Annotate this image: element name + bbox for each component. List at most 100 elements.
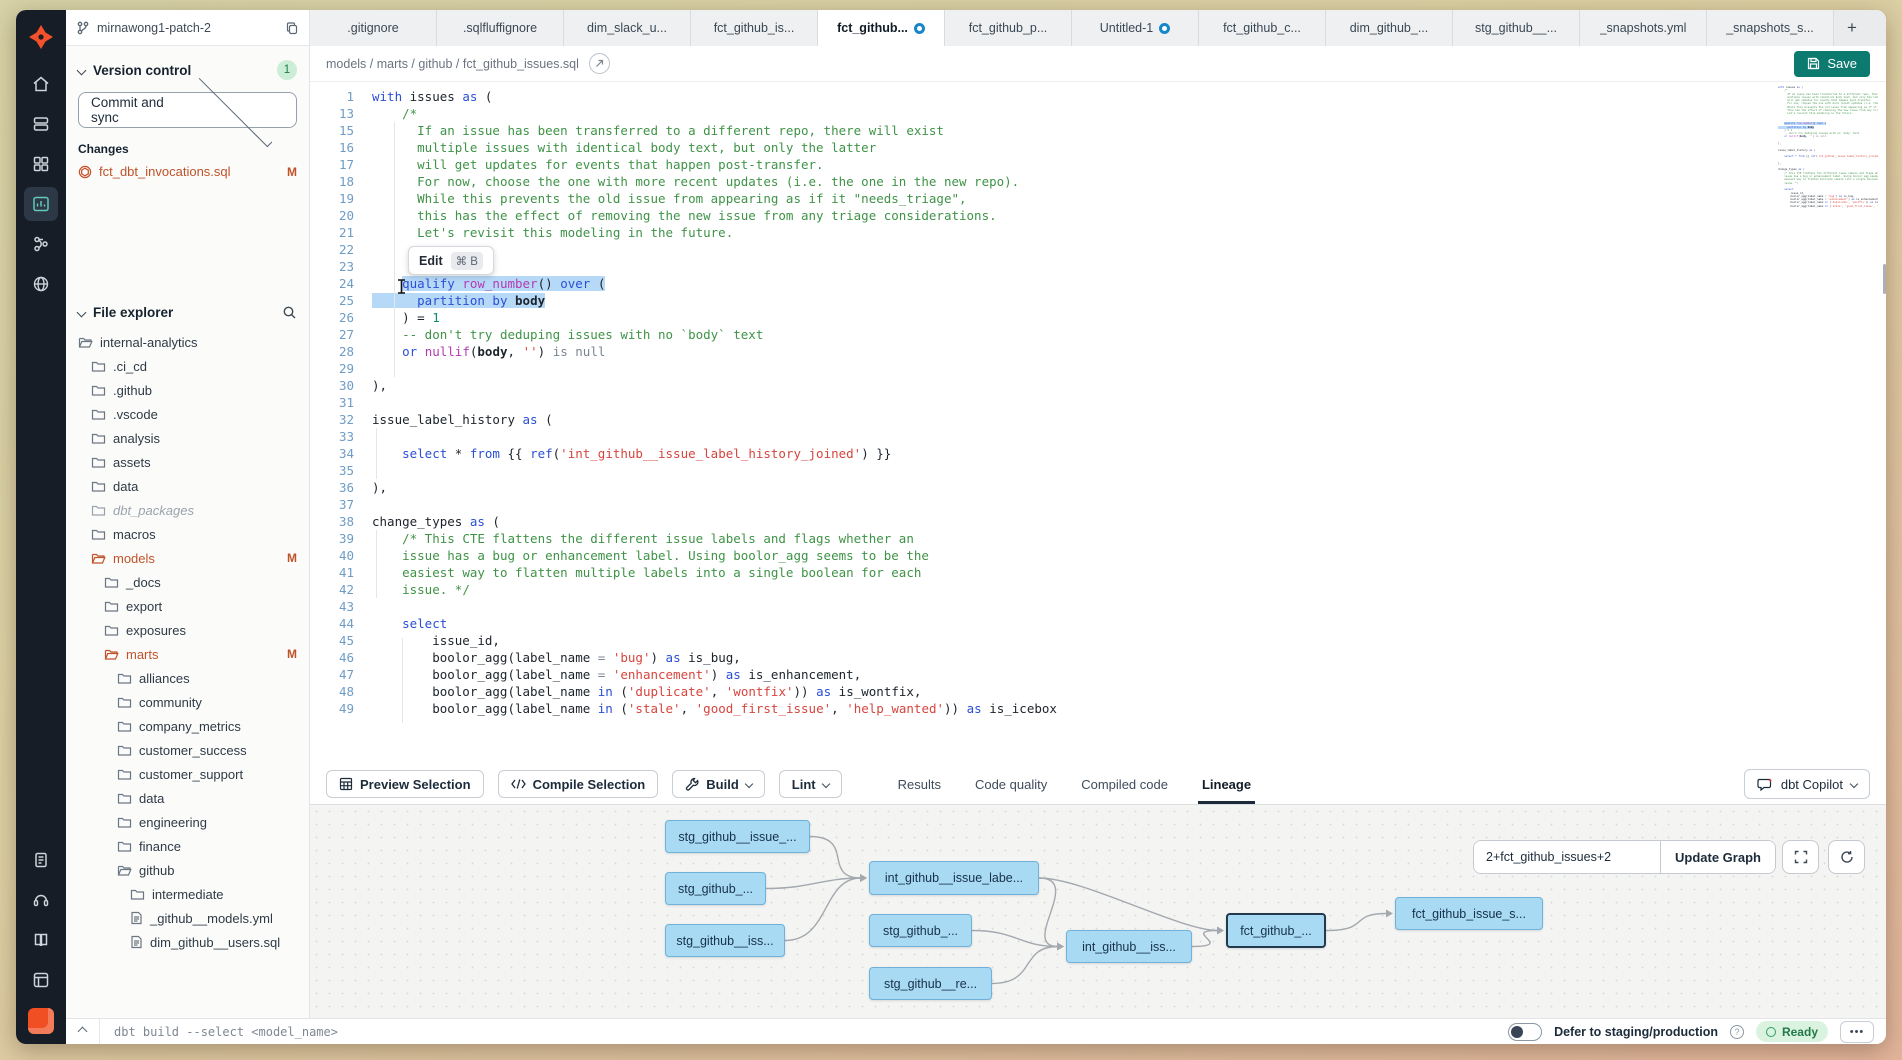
changelog-panel-icon[interactable] [24,963,58,997]
code-line[interactable]: 23 [310,258,1886,275]
code-line[interactable]: 42 issue. */ [310,581,1886,598]
folder-item-community[interactable]: community [66,690,309,714]
folder-item-alliances[interactable]: alliances [66,666,309,690]
code-line[interactable]: 47 boolor_agg(label_name = 'enhancement'… [310,666,1886,683]
code-line[interactable]: 33 [310,428,1886,445]
lineage-node-fct_github_issue_s[interactable]: fct_github_issue_s... [1395,897,1543,930]
folder-item-intermediate[interactable]: intermediate [66,882,309,906]
search-icon[interactable] [282,305,297,320]
code-line[interactable]: 16 multiple issues with identical body t… [310,139,1886,156]
code-line[interactable]: 15 If an issue has been transferred to a… [310,122,1886,139]
editor-tab-_snapshots_s[interactable]: _snapshots_s... [1707,10,1834,46]
dbt-logo-icon[interactable] [24,20,58,54]
editor-scrollbar[interactable] [1883,264,1886,294]
folder-item-company_metrics[interactable]: company_metrics [66,714,309,738]
lineage-node-fct_github_[interactable]: fct_github_... [1226,913,1326,948]
commit-and-sync-button[interactable]: Commit and sync [78,92,297,128]
folder-item-.ci_cd[interactable]: .ci_cd [66,354,309,378]
code-line[interactable]: 48 boolor_agg(label_name in ('duplicate'… [310,683,1886,700]
compile-selection-button[interactable]: Compile Selection [498,770,659,798]
code-line[interactable]: 13 /* [310,105,1886,122]
code-editor[interactable]: 1with issues as (13 /*15 If an issue has… [310,82,1886,764]
apps-grid-icon[interactable] [24,147,58,181]
folder-item-macros[interactable]: macros [66,522,309,546]
code-line[interactable]: 41 easiest way to flatten multiple label… [310,564,1886,581]
code-line[interactable]: 39 /* This CTE flattens the different is… [310,530,1886,547]
code-line[interactable]: 44 select [310,615,1886,632]
code-line[interactable]: 19 While this prevents the old issue fro… [310,190,1886,207]
dbt-copilot-button[interactable]: dbt Copilot [1744,769,1870,799]
lineage-node-stg_github__issue_[interactable]: stg_github__issue_... [665,820,810,853]
editor-tab-stg_github__[interactable]: stg_github__... [1453,10,1580,46]
lineage-node-stg_github__iss[interactable]: stg_github__iss... [665,924,785,957]
code-line[interactable]: 20 this has the effect of removing the n… [310,207,1886,224]
notebook-icon[interactable] [24,843,58,877]
folder-item-customer_support[interactable]: customer_support [66,762,309,786]
fullscreen-button[interactable] [1782,840,1819,874]
folder-item-dbt_packages[interactable]: dbt_packages [66,498,309,522]
copy-path-icon[interactable] [589,53,610,74]
editor-tab-fct_github_is[interactable]: fct_github_is... [691,10,818,46]
lineage-node-int_github__issue_labe[interactable]: int_github__issue_labe... [869,861,1039,895]
user-avatar[interactable] [28,1008,54,1034]
tab-lineage[interactable]: Lineage [1202,764,1251,804]
explore-globe-icon[interactable] [24,267,58,301]
code-line[interactable]: 21 Let's revisit this modeling in the fu… [310,224,1886,241]
support-headset-icon[interactable] [24,883,58,917]
editor-tab-_snapshotsyml[interactable]: _snapshots.yml [1580,10,1707,46]
folder-item-_docs[interactable]: _docs [66,570,309,594]
code-line[interactable]: 30), [310,377,1886,394]
folder-item-github[interactable]: github [66,858,309,882]
copy-icon[interactable] [285,21,299,35]
editor-tab-fct_github[interactable]: fct_github... [818,10,945,46]
editor-tab-fct_github_p[interactable]: fct_github_p... [945,10,1072,46]
code-line[interactable]: 1with issues as ( [310,88,1886,105]
lineage-node-int_github__iss[interactable]: int_github__iss... [1066,930,1192,963]
folder-item-exposures[interactable]: exposures [66,618,309,642]
code-line[interactable]: 18 For now, choose the one with more rec… [310,173,1886,190]
code-line[interactable]: 17 will get updates for events that happ… [310,156,1886,173]
docs-book-icon[interactable] [24,923,58,957]
tab-results[interactable]: Results [898,764,941,804]
develop-ide-icon[interactable] [24,187,58,221]
code-line[interactable]: 28 or nullif(body, '') is null [310,343,1886,360]
folder-item-engineering[interactable]: engineering [66,810,309,834]
code-line[interactable]: 37 [310,496,1886,513]
editor-tab-Untitled1[interactable]: Untitled-1 [1072,10,1199,46]
code-line[interactable]: 34 select * from {{ ref('int_github__iss… [310,445,1886,462]
editor-tab-dim_slack_u[interactable]: dim_slack_u... [564,10,691,46]
new-tab-button[interactable]: + [1834,10,1870,46]
code-line[interactable]: 36), [310,479,1886,496]
orchestration-icon[interactable] [24,227,58,261]
editor-tab-fct_github_c[interactable]: fct_github_c... [1199,10,1326,46]
folder-item-assets[interactable]: assets [66,450,309,474]
branch-widget[interactable]: mirnawong1-patch-2 [66,10,309,46]
home-icon[interactable] [24,67,58,101]
update-graph-button[interactable]: Update Graph [1660,841,1775,873]
code-line[interactable]: 31 [310,394,1886,411]
code-line[interactable]: 38change_types as ( [310,513,1886,530]
tab-code-quality[interactable]: Code quality [975,764,1047,804]
folder-item-customer_success[interactable]: customer_success [66,738,309,762]
editor-tab-gitignore[interactable]: .gitignore [310,10,437,46]
folder-item-.github[interactable]: .github [66,378,309,402]
changed-file-item[interactable]: fct_dbt_invocations.sql M [66,162,309,181]
folder-item-analysis[interactable]: analysis [66,426,309,450]
file-explorer-header[interactable]: File explorer [66,291,309,328]
folder-item-.vscode[interactable]: .vscode [66,402,309,426]
folder-item-internal-analytics[interactable]: internal-analytics [66,330,309,354]
version-control-header[interactable]: Version control 1 [66,46,309,88]
lineage-selector-input[interactable] [1474,841,1660,873]
build-button[interactable]: Build [672,770,765,798]
folder-item-data[interactable]: data [66,474,309,498]
defer-toggle[interactable] [1508,1023,1542,1041]
save-button[interactable]: Save [1794,51,1870,77]
file-item-dim_github__users.sql[interactable]: dim_github__users.sql [66,930,309,954]
preview-selection-button[interactable]: Preview Selection [326,770,484,798]
environments-icon[interactable] [24,107,58,141]
code-line[interactable]: 45 issue_id, [310,632,1886,649]
tab-compiled-code[interactable]: Compiled code [1081,764,1168,804]
code-line[interactable]: 43 [310,598,1886,615]
refresh-button[interactable] [1828,840,1865,874]
expand-command-bar-button[interactable] [66,1019,100,1044]
